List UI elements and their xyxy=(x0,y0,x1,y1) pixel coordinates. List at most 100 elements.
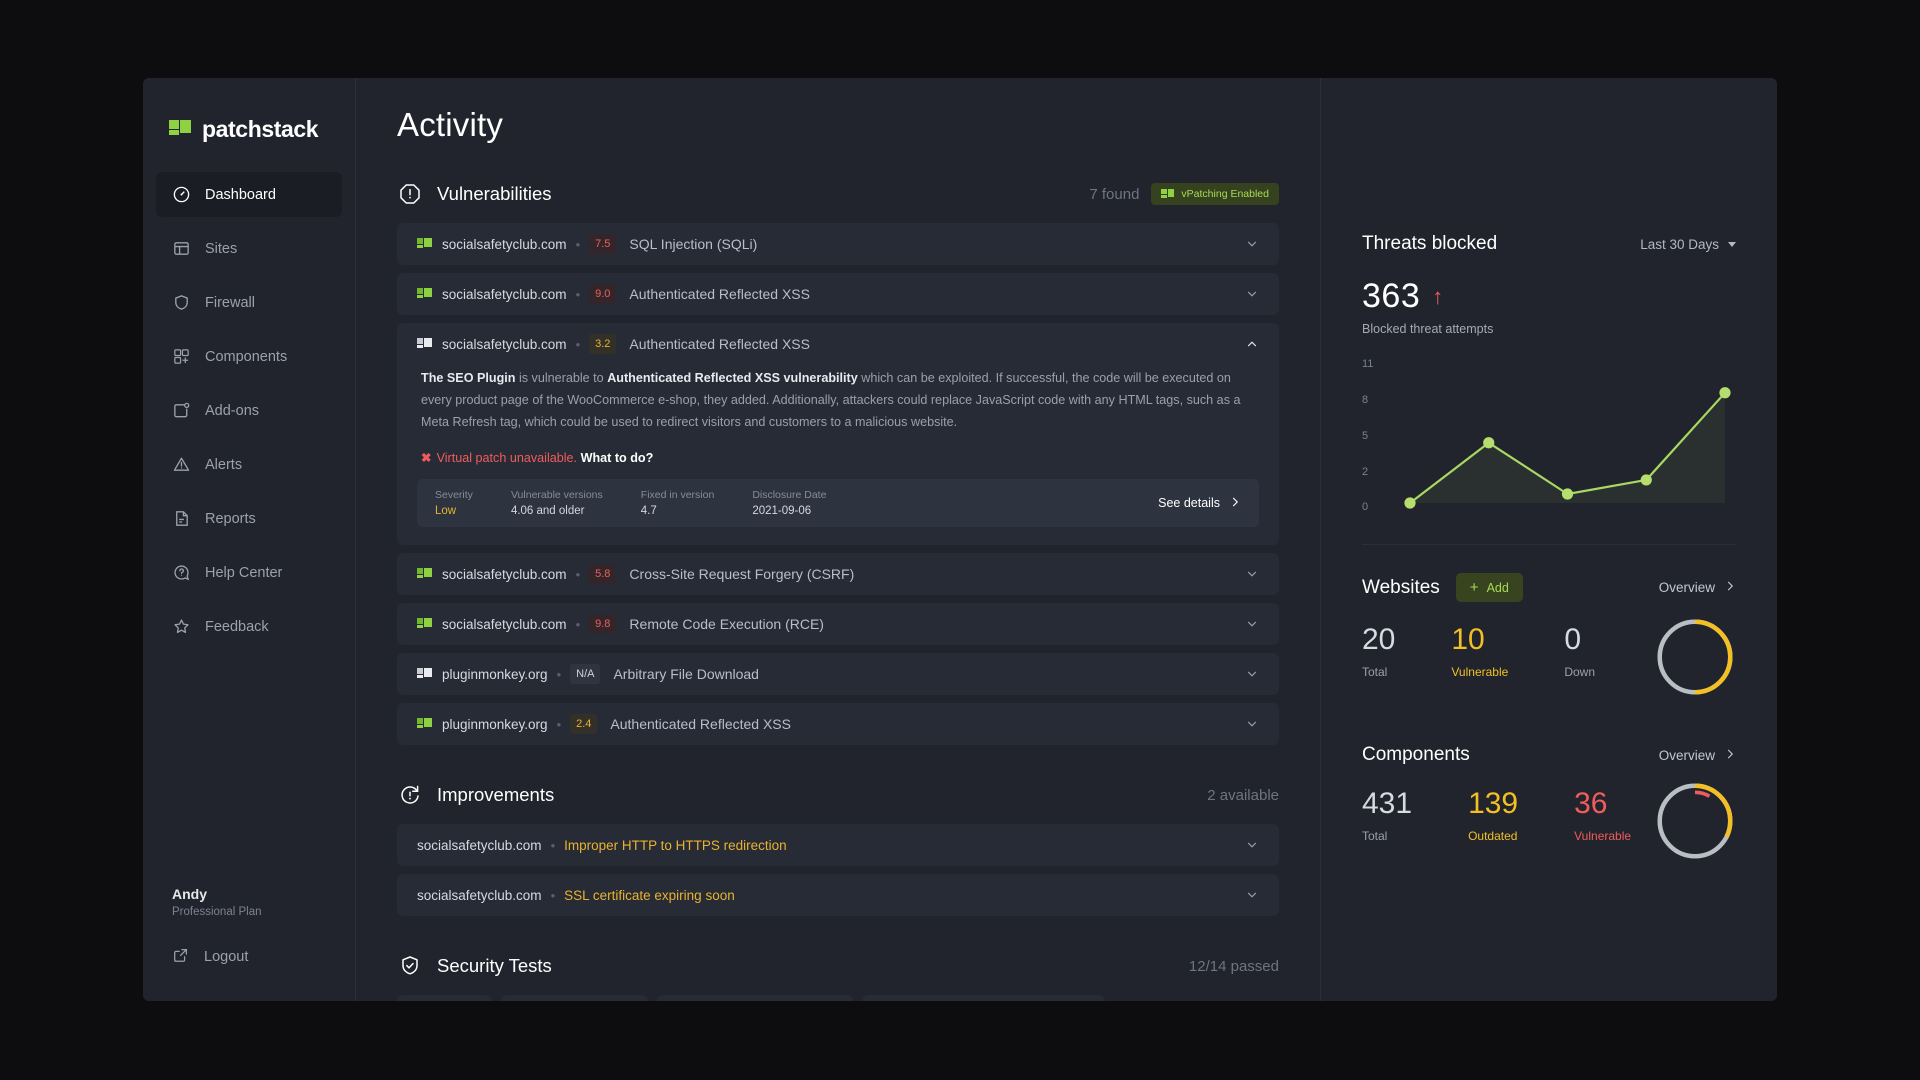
sidebar-item-sites[interactable]: Sites xyxy=(156,226,342,271)
chevron-down-icon[interactable] xyxy=(1245,237,1259,251)
vulnerability-row[interactable]: socialsafetyclub.com • 7.5 SQL Injection… xyxy=(397,223,1279,265)
improvement-row[interactable]: socialsafetyclub.com • Improper HTTP to … xyxy=(397,824,1279,866)
app-window: patchstack Dashboard Sites Firewall Comp… xyxy=(143,78,1777,1001)
security-test-card[interactable] xyxy=(862,995,1105,1001)
chevron-down-icon[interactable] xyxy=(1245,838,1259,852)
document-icon xyxy=(172,509,191,528)
description-lead: The SEO Plugin xyxy=(421,371,516,385)
stat-value: 0 xyxy=(1564,623,1581,656)
see-details-label: See details xyxy=(1158,496,1220,510)
vulnerability-row[interactable]: socialsafetyclub.com • 9.8 Remote Code E… xyxy=(397,603,1279,645)
overview-label: Overview xyxy=(1658,747,1715,763)
improvement-name: SSL certificate expiring soon xyxy=(564,887,735,903)
sidebar-item-dashboard[interactable]: Dashboard xyxy=(156,172,342,217)
sidebar-nav: Dashboard Sites Firewall Components Add-… xyxy=(143,172,355,649)
vulnerability-description: The SEO Plugin is vulnerable to Authenti… xyxy=(417,365,1259,433)
see-details-button[interactable]: See details xyxy=(1158,496,1241,511)
improvement-row[interactable]: socialsafetyclub.com • SSL certificate e… xyxy=(397,874,1279,916)
security-tests-title: Security Tests xyxy=(437,955,552,976)
separator-dot: • xyxy=(575,616,581,632)
vulnerability-site: socialsafetyclub.com xyxy=(442,566,567,582)
stat-total: 20 Total xyxy=(1362,624,1395,679)
security-tests-count: 12/14 passed xyxy=(1188,957,1279,975)
meta-value: 2021-09-06 xyxy=(752,505,812,517)
chevron-down-icon[interactable] xyxy=(1245,667,1259,681)
stats-panel: Threats blocked Last 30 Days 363 ↑ Block… xyxy=(1320,78,1777,1001)
patchstack-mini-icon xyxy=(1161,188,1175,200)
virtual-patch-status: ✖ Virtual patch unavailable. What to do? xyxy=(421,450,1259,465)
sidebar-item-label: Reports xyxy=(205,510,256,527)
vulnerability-score: N/A xyxy=(570,664,601,684)
threats-line-chart: 11 8 5 2 0 xyxy=(1362,358,1736,518)
separator-dot: • xyxy=(575,236,581,252)
logout-button[interactable]: Logout xyxy=(172,946,326,968)
chevron-down-icon[interactable] xyxy=(1245,567,1259,581)
threats-range-select[interactable]: Last 30 Days xyxy=(1640,237,1736,252)
brand-logo[interactable]: patchstack xyxy=(143,112,355,146)
layout-icon xyxy=(172,239,191,258)
websites-overview-link[interactable]: Overview xyxy=(1659,580,1736,595)
stat-outdated: 139 Outdated xyxy=(1468,788,1518,843)
stat-vulnerable: 36 Vulnerable xyxy=(1574,788,1631,843)
user-plan: Professional Plan xyxy=(172,906,262,918)
vulnerabilities-count: 7 found xyxy=(1089,185,1140,203)
meta-key: Disclosure Date xyxy=(752,489,827,501)
vulnerability-score: 7.5 xyxy=(589,234,617,254)
separator-dot: • xyxy=(575,566,581,582)
chevron-down-icon[interactable] xyxy=(1245,717,1259,731)
chart-data-point xyxy=(1719,387,1731,399)
chevron-down-icon[interactable] xyxy=(1245,287,1259,301)
logout-label: Logout xyxy=(204,949,249,965)
meta-vulnerable-versions: Vulnerable versions 4.06 and older xyxy=(511,489,603,517)
add-button-label: Add xyxy=(1486,580,1509,595)
sidebar-item-components[interactable]: Components xyxy=(156,334,342,379)
vulnerability-row-expanded[interactable]: socialsafetyclub.com • 3.2 Authenticated… xyxy=(397,323,1279,545)
sidebar-item-reports[interactable]: Reports xyxy=(156,496,342,541)
vulnerability-row[interactable]: pluginmonkey.org • 2.4 Authenticated Ref… xyxy=(397,703,1279,745)
stat-value: 36 xyxy=(1574,787,1608,820)
stat-value: 139 xyxy=(1468,787,1519,820)
meta-key: Fixed in version xyxy=(640,489,715,501)
vulnerability-row[interactable]: pluginmonkey.org • N/A Arbitrary File Do… xyxy=(397,653,1279,695)
stat-value: 20 xyxy=(1362,623,1396,656)
sidebar-item-add-ons[interactable]: Add-ons xyxy=(156,388,342,433)
vulnerability-row[interactable]: socialsafetyclub.com • 9.0 Authenticated… xyxy=(397,273,1279,315)
security-test-card[interactable] xyxy=(657,995,853,1001)
sidebar-item-label: Feedback xyxy=(205,618,269,635)
websites-title: Websites xyxy=(1362,576,1440,598)
chevron-down-icon[interactable] xyxy=(1245,888,1259,902)
chart-data-point xyxy=(1561,488,1574,500)
trend-up-icon: ↑ xyxy=(1432,283,1444,309)
chart-data-point xyxy=(1404,497,1416,509)
chevron-up-icon[interactable] xyxy=(1245,337,1259,351)
vulnerability-name: Authenticated Reflected XSS xyxy=(629,286,810,302)
components-header: Components Overview xyxy=(1362,744,1736,766)
vulnerability-site: socialsafetyclub.com xyxy=(442,336,567,352)
security-test-card[interactable] xyxy=(501,995,648,1001)
chevron-down-icon[interactable] xyxy=(1245,617,1259,631)
donut-segment xyxy=(1664,790,1726,852)
vulnerability-row[interactable]: socialsafetyclub.com • 5.8 Cross-Site Re… xyxy=(397,553,1279,595)
components-stats: 431 Total 139 Outdated 36 Vulnerable xyxy=(1362,783,1736,880)
meta-value: Low xyxy=(435,505,457,517)
improvement-site: socialsafetyclub.com xyxy=(417,837,542,853)
sidebar-item-alerts[interactable]: Alerts xyxy=(156,442,342,487)
vulnerability-name: Remote Code Execution (RCE) xyxy=(629,616,824,632)
question-circle-icon xyxy=(172,563,191,582)
meta-key: Severity xyxy=(435,489,473,501)
chevron-down-icon xyxy=(1728,241,1736,247)
vulnerability-meta-bar: Severity Low Vulnerable versions 4.06 an… xyxy=(417,479,1259,527)
vulnerability-site: socialsafetyclub.com xyxy=(442,236,567,252)
what-to-do-link[interactable]: What to do? xyxy=(581,451,654,465)
threats-value-row: 363 ↑ xyxy=(1362,277,1736,316)
sidebar-item-firewall[interactable]: Firewall xyxy=(156,280,342,325)
add-website-button[interactable]: + Add xyxy=(1455,573,1523,602)
sidebar-item-label: Add-ons xyxy=(205,402,260,419)
components-overview-link[interactable]: Overview xyxy=(1659,748,1736,763)
sidebar-item-help-center[interactable]: Help Center xyxy=(156,550,342,595)
sidebar-item-feedback[interactable]: Feedback xyxy=(156,604,342,649)
separator-dot: • xyxy=(556,666,562,682)
stat-label: Outdated xyxy=(1468,828,1518,843)
security-test-card[interactable] xyxy=(397,995,492,1001)
vulnerability-score: 5.8 xyxy=(589,564,617,584)
